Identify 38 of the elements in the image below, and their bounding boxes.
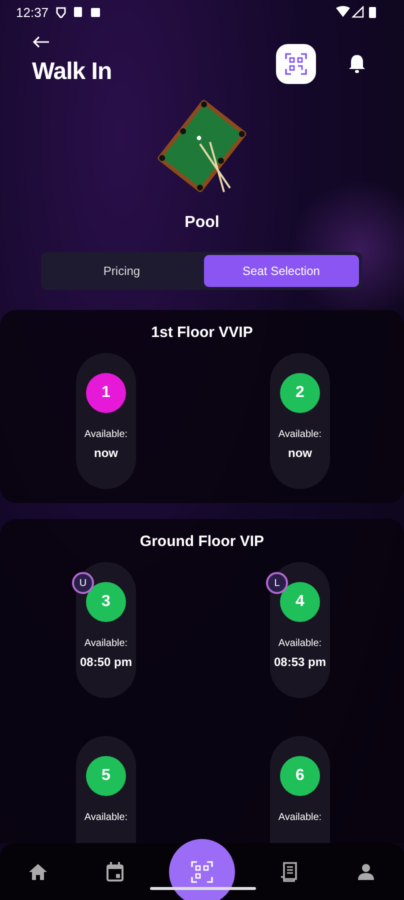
back-arrow-icon[interactable]: [32, 36, 50, 48]
section-title: Ground Floor VIP: [138, 533, 266, 550]
availability-time: 08:50 pm: [80, 655, 132, 669]
qr-scan-icon: [285, 53, 307, 75]
home-icon: [28, 862, 48, 880]
tab[interactable]: Pricing: [44, 255, 200, 287]
page-title: Walk In: [32, 60, 112, 84]
seat-number: 5: [86, 756, 126, 796]
seat-number: 4: [280, 582, 320, 622]
tab[interactable]: Seat Selection: [204, 255, 359, 287]
seat-number: 2: [280, 373, 320, 413]
availability-time: 08:53 pm: [274, 655, 326, 669]
qr-scan-icon: [190, 860, 213, 882]
user-avatar: L: [266, 572, 288, 594]
receipt-icon: [280, 862, 298, 882]
bell-icon[interactable]: [348, 54, 366, 74]
availability-label: Available:: [278, 638, 322, 649]
game-name: Pool: [184, 214, 220, 232]
section-title: 1st Floor VVIP: [150, 324, 254, 341]
calendar-icon: [106, 862, 124, 882]
availability-label: Available:: [84, 812, 128, 823]
seat-card[interactable]: 5 Available:: [76, 736, 136, 843]
seat-number: 6: [280, 756, 320, 796]
user-avatar: U: [72, 572, 94, 594]
availability-label: Available:: [84, 638, 128, 649]
profile-icon: [356, 862, 375, 880]
availability-label: Available:: [84, 429, 128, 440]
seat-number: 1: [86, 373, 126, 413]
seat-number: 3: [86, 582, 126, 622]
availability-time: now: [288, 446, 312, 460]
availability-label: Available:: [278, 429, 322, 440]
scan-button[interactable]: [276, 44, 316, 84]
seat-card[interactable]: 2 Available: now: [270, 353, 330, 489]
availability-time: now: [94, 446, 118, 460]
seat-card[interactable]: 6 Available:: [270, 736, 330, 843]
seat-card[interactable]: 1 Available: now: [76, 353, 136, 489]
availability-label: Available:: [278, 812, 322, 823]
status-time: 12:37: [16, 4, 49, 20]
